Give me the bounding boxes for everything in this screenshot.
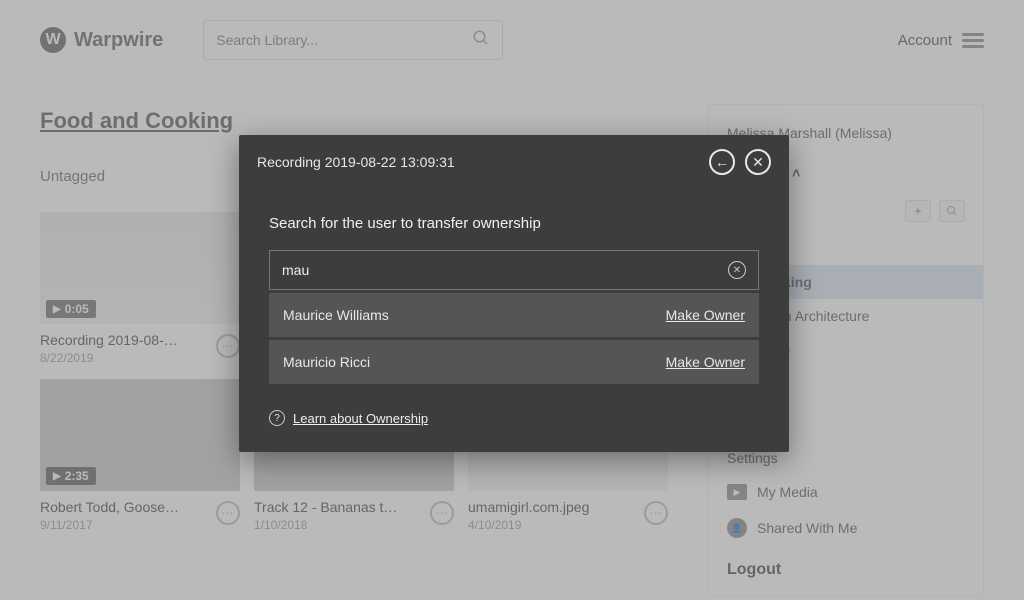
user-search[interactable]: ✕ [269, 250, 759, 290]
help-icon: ? [269, 410, 285, 426]
make-owner-link[interactable]: Make Owner [666, 354, 745, 370]
user-search-input[interactable] [282, 262, 728, 278]
modal-header: Recording 2019-08-22 13:09:31 ← ✕ [239, 135, 789, 189]
user-result[interactable]: Mauricio Ricci Make Owner [269, 340, 759, 384]
make-owner-link[interactable]: Make Owner [666, 307, 745, 323]
user-name: Mauricio Ricci [283, 354, 370, 370]
learn-ownership-link[interactable]: Learn about Ownership [293, 411, 428, 426]
clear-icon[interactable]: ✕ [728, 261, 746, 279]
transfer-ownership-modal: Recording 2019-08-22 13:09:31 ← ✕ Search… [239, 135, 789, 452]
modal-title: Recording 2019-08-22 13:09:31 [257, 154, 455, 170]
learn-link-row: ? Learn about Ownership [269, 410, 759, 426]
user-result[interactable]: Maurice Williams Make Owner [269, 293, 759, 337]
back-icon[interactable]: ← [709, 149, 735, 175]
user-name: Maurice Williams [283, 307, 389, 323]
close-icon[interactable]: ✕ [745, 149, 771, 175]
modal-prompt: Search for the user to transfer ownershi… [269, 215, 759, 232]
